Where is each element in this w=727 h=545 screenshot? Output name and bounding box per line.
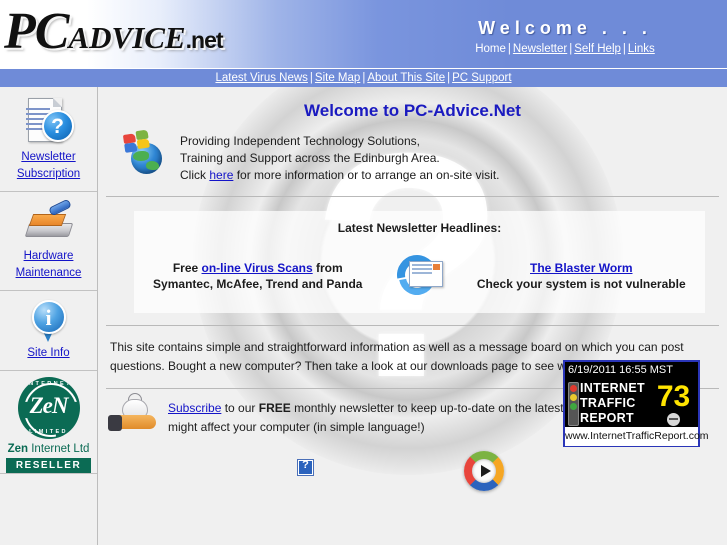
sidebar-label-hardware[interactable]: Hardware	[2, 249, 95, 264]
sidebar-label-subscription[interactable]: Subscription	[2, 167, 95, 182]
site-header: PCADVICE.net Welcome . . . Home | Newslett…	[0, 0, 727, 68]
body-wrapper: ? Newsletter Subscription Hardware Maint…	[0, 87, 727, 545]
virus-scans-link[interactable]: on-line Virus Scans	[202, 261, 313, 275]
traffic-report-title-1: INTERNET	[580, 381, 645, 395]
intro-line-2: Training and Support across the Edinburg…	[180, 151, 440, 165]
zen-name-bold: Zen	[7, 443, 29, 455]
zen-reseller-badge: RESELLER	[6, 458, 91, 473]
intro-block: Providing Independent Technology Solutio…	[98, 129, 727, 184]
zen-ring-bottom-text: LIMITED	[29, 429, 68, 435]
media-player-logo-icon[interactable]	[464, 451, 504, 491]
internet-traffic-report-widget[interactable]: 6/19/2011 16:55 MST INTERNET TRAFFIC REP…	[563, 360, 709, 447]
traffic-report-trend-icon	[667, 413, 680, 426]
subnav-separator: |	[309, 72, 313, 84]
zen-company-name: Zen Internet Ltd	[2, 443, 95, 455]
sidebar: ? Newsletter Subscription Hardware Maint…	[0, 87, 98, 545]
zen-name-rest: Internet Ltd	[28, 443, 90, 455]
traffic-report-title-lines: INTERNET TRAFFIC REPORT	[567, 381, 651, 426]
info-bubble-icon: i	[28, 300, 70, 344]
newsletter-headline-right: The Blaster Worm Check your system is not…	[462, 260, 702, 292]
sidebar-label-maintenance[interactable]: Maintenance	[2, 266, 95, 281]
newsletter-headlines-box: Latest Newsletter Headlines: Free on-lin…	[134, 211, 705, 313]
mail-refresh-icon	[388, 247, 447, 303]
newsletter-headlines-title: Latest Newsletter Headlines:	[337, 221, 502, 235]
main-content: ? Welcome to PC-Advice.Net Providing Ind…	[98, 87, 727, 545]
logo-net: .net	[185, 27, 224, 53]
hard-drive-brush-icon	[21, 198, 77, 247]
subnav-item-about-this-site[interactable]: About This Site	[367, 72, 445, 84]
sidebar-item-newsletter-subscription[interactable]: ? Newsletter Subscription	[0, 87, 97, 192]
logo-pc: PC	[4, 3, 69, 60]
traffic-report-title-block: INTERNET TRAFFIC REPORT	[567, 381, 651, 426]
traffic-report-index-value: 73	[656, 380, 691, 413]
site-logo[interactable]: PCADVICE.net	[4, 4, 224, 62]
mouse-in-hand-icon	[108, 393, 162, 437]
nav-separator: |	[622, 43, 626, 55]
subnav-item-pc-support[interactable]: PC Support	[452, 72, 511, 84]
sidebar-zen-internet-reseller[interactable]: INTERNET ZeN LIMITED Zen Internet Ltd RE…	[0, 371, 97, 474]
sidebar-item-hardware-maintenance[interactable]: Hardware Maintenance	[0, 192, 97, 291]
nav-item-home[interactable]: Home	[475, 43, 506, 55]
nav-item-newsletter[interactable]: Newsletter	[513, 43, 567, 55]
subnav-item-latest-virus-news[interactable]: Latest Virus News	[215, 72, 307, 84]
zen-ring-top-text: INTERNET	[25, 381, 72, 387]
newsletter-headline-left: Free on-line Virus Scans from Symantec, …	[138, 260, 378, 292]
traffic-report-index-block: 73	[651, 380, 696, 426]
nav-item-self-help[interactable]: Self Help	[574, 43, 621, 55]
welcome-title: Welcome . . .	[478, 18, 652, 38]
zen-internet-logo-icon: INTERNET ZeN LIMITED	[17, 377, 80, 439]
subscribe-free-bold: FREE	[258, 401, 291, 415]
blaster-worm-link[interactable]: The Blaster Worm	[530, 261, 632, 275]
subnav-item-site-map[interactable]: Site Map	[315, 72, 360, 84]
headline-left-pre: Free	[172, 261, 202, 275]
traffic-report-title-3: REPORT	[580, 411, 634, 425]
nav-separator: |	[507, 43, 511, 55]
traffic-light-icon	[568, 382, 579, 426]
subscribe-mid-1: to our	[221, 401, 259, 415]
sidebar-label-newsletter[interactable]: Newsletter	[2, 150, 95, 165]
subscribe-link[interactable]: Subscribe	[168, 401, 221, 415]
windows-globe-icon	[122, 129, 168, 175]
header-right-block: Welcome . . . Home | Newsletter | Self Help |…	[420, 18, 710, 55]
site-logo-text: PCADVICE.net	[4, 4, 224, 68]
traffic-report-title-2: TRAFFIC	[580, 396, 636, 410]
intro-line-3-post: for more information or to arrange an on…	[233, 168, 500, 182]
sidebar-label-site-info[interactable]: Site Info	[2, 346, 95, 361]
intro-here-link[interactable]: here	[209, 168, 233, 182]
secondary-nav: Latest Virus News | Site Map | About This Si…	[0, 68, 727, 87]
intro-line-3-pre: Click	[180, 168, 210, 182]
page-root: PCADVICE.net Welcome . . . Home | Newslett…	[0, 0, 727, 545]
intro-line-3: Click here for more information or to ar…	[180, 167, 500, 184]
document-question-icon: ?	[22, 96, 76, 148]
traffic-report-body: INTERNET TRAFFIC REPORT 73	[565, 379, 698, 427]
divider-above-newsletter	[106, 196, 719, 197]
newsletter-icon-cell	[378, 247, 462, 303]
intro-text: Providing Independent Technology Solutio…	[168, 131, 500, 184]
headline-right-post: Check your system is not vulnerable	[476, 277, 686, 291]
primary-nav: Home | Newsletter | Self Help | Links	[420, 43, 710, 55]
zen-mark-text: ZeN	[29, 393, 69, 418]
page-title: Welcome to PC-Advice.Net	[304, 101, 521, 120]
traffic-report-url[interactable]: www.InternetTrafficReport.com	[565, 427, 709, 446]
logo-advice: ADVICE	[68, 20, 186, 55]
traffic-report-datetime: 6/19/2011 16:55 MST	[565, 362, 698, 379]
intro-line-1: Providing Independent Technology Solutio…	[180, 134, 420, 148]
broken-image-placeholder-icon[interactable]	[297, 459, 314, 476]
sidebar-item-site-info[interactable]: i Site Info	[0, 291, 97, 371]
nav-item-links[interactable]: Links	[628, 43, 655, 55]
newsletter-headlines-columns: Free on-line Virus Scans from Symantec, …	[138, 247, 702, 303]
